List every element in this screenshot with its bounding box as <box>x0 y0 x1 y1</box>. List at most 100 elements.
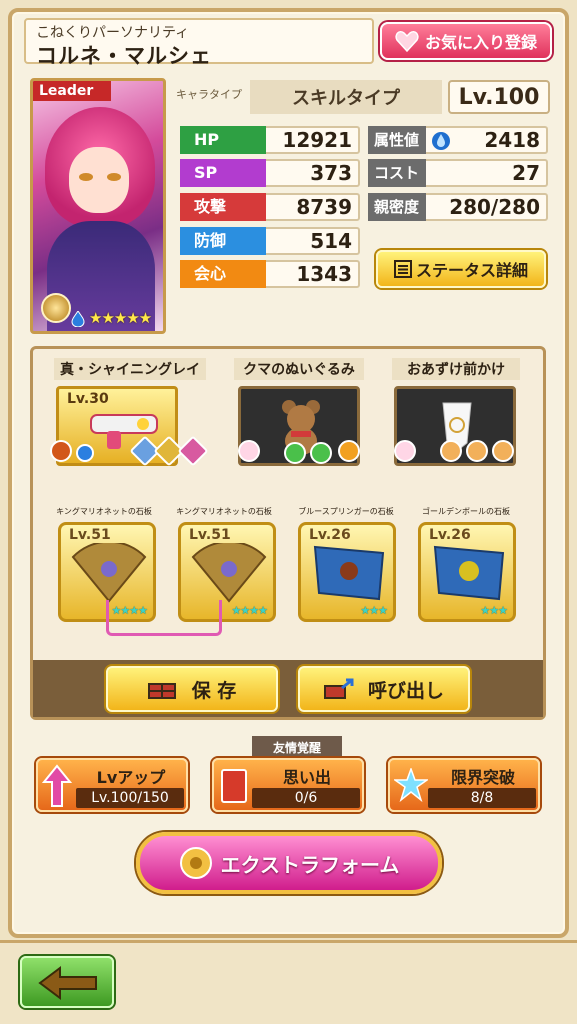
stone-slot-4[interactable]: Lv.26 ★★★ <box>418 522 516 622</box>
character-title: コルネ・マルシェ <box>36 44 212 68</box>
stone-name: ゴールデンボールの石板 <box>422 507 510 516</box>
stat-label: コスト <box>368 159 426 187</box>
leader-tag: Leader <box>33 81 111 101</box>
limit-break-value: 8/8 <box>428 788 536 808</box>
back-arrow-icon <box>38 966 97 1000</box>
stone-name: ブルースプリンガーの石板 <box>298 507 394 516</box>
status-detail-button[interactable]: ステータス詳細 <box>376 250 546 288</box>
armor-slot-title: おあずけ前かけ <box>392 358 520 380</box>
stat-attack: 攻撃 8739 <box>180 193 360 221</box>
gear-emblem-icon <box>41 293 71 323</box>
stat-label: 属性値 <box>368 126 426 154</box>
star-icon <box>394 768 428 802</box>
stat-value: 1343 <box>296 262 352 286</box>
stat-value: 280/280 <box>449 195 540 219</box>
stat-value: 12921 <box>282 128 352 152</box>
water-element-icon <box>432 132 450 150</box>
stone-name: キングマリオネットの石板 <box>56 507 152 516</box>
heart-icon <box>394 440 416 462</box>
load-icon <box>323 678 354 699</box>
character-subtitle: こねくりパーソナリティ <box>36 25 190 41</box>
chara-type-label: キャラタイプ <box>176 88 242 101</box>
stat-value: 2418 <box>484 128 540 152</box>
stat-hp: HP 12921 <box>180 126 360 154</box>
stat-value: 514 <box>310 229 352 253</box>
extra-form-label: エクストラフォーム <box>220 852 400 877</box>
stat-attribute: 属性値 2418 <box>368 126 548 154</box>
fan-tablet-icon <box>71 543 147 603</box>
stat-label: 攻撃 <box>180 193 266 221</box>
heal-icon <box>284 442 306 464</box>
stone-level: Lv.51 <box>69 527 111 543</box>
stone-stars: ★★★★ <box>231 604 268 617</box>
memory-label: 思い出 <box>282 768 331 787</box>
stat-cost: コスト 27 <box>368 159 548 187</box>
stat-label: 防御 <box>180 227 266 255</box>
character-name-panel: こねくりパーソナリティ コルネ・マルシェ <box>24 18 374 68</box>
water-element-icon <box>76 444 94 462</box>
selection-bracket <box>106 600 222 636</box>
list-icon <box>393 260 412 278</box>
stat-defense: 防御 514 <box>180 227 360 255</box>
fist-icon <box>440 440 462 462</box>
stat-label: 会心 <box>180 260 266 288</box>
status-detail-label: ステータス詳細 <box>415 261 528 280</box>
weapon-slot-title: 真・シャイニングレイ <box>54 358 206 380</box>
level-up-value: Lv.100/150 <box>76 788 184 808</box>
load-button[interactable]: 呼び出し <box>298 666 470 712</box>
stone-level: Lv.51 <box>189 527 231 543</box>
chara-type-value: スキルタイプ <box>250 80 442 114</box>
stat-value: 8739 <box>296 195 352 219</box>
character-portrait[interactable]: Leader ★★★★★ <box>30 78 166 334</box>
level-up-button[interactable]: Lvアップ Lv.100/150 <box>36 758 188 812</box>
stone-slot-3[interactable]: Lv.26 ★★★ <box>298 522 396 622</box>
portrait-eye-left <box>79 173 93 181</box>
blue-tablet-icon <box>313 545 385 601</box>
load-label: 呼び出し <box>367 679 444 702</box>
level-up-label: Lvアップ <box>96 768 166 787</box>
limit-break-button[interactable]: 限界突破 8/8 <box>388 758 540 812</box>
save-button[interactable]: 保 存 <box>106 666 278 712</box>
gear-emblem-icon <box>179 847 212 879</box>
extra-form-button[interactable]: エクストラフォーム <box>136 832 442 894</box>
save-icon <box>147 683 176 699</box>
fist-icon <box>466 440 488 462</box>
stat-label: 親密度 <box>368 193 426 221</box>
bow-icon <box>50 440 72 462</box>
heal-icon <box>310 442 332 464</box>
portrait-eye-right <box>107 173 121 181</box>
stone-name: キングマリオネットの石板 <box>176 507 272 516</box>
favorite-button[interactable]: お気に入り登録 <box>380 22 552 60</box>
stone-level: Lv.26 <box>309 527 351 543</box>
blue-tablet-icon <box>433 545 505 601</box>
fist-icon <box>492 440 514 462</box>
stat-value: 27 <box>512 161 540 185</box>
memory-card-icon <box>221 769 247 803</box>
heart-icon <box>238 440 260 462</box>
stat-value: 373 <box>310 161 352 185</box>
character-level: Lv.100 <box>448 80 550 114</box>
save-label: 保 存 <box>191 679 237 702</box>
memory-value: 0/6 <box>252 788 360 808</box>
portrait-face <box>69 147 129 213</box>
favorite-label: お気に入り登録 <box>424 33 537 52</box>
heart-icon <box>395 30 419 52</box>
friend-awakening-tag: 友情覚醒 <box>252 736 342 758</box>
water-element-icon <box>71 311 85 327</box>
stat-sp: SP 373 <box>180 159 360 187</box>
back-button[interactable] <box>20 956 114 1008</box>
limit-break-label: 限界突破 <box>450 768 515 787</box>
stat-critical: 会心 1343 <box>180 260 360 288</box>
stat-intimacy: 親密度 280/280 <box>368 193 548 221</box>
rarity-stars: ★★★★★ <box>89 309 152 327</box>
memory-button[interactable]: 思い出 0/6 <box>212 758 364 812</box>
accessory-slot-title: クマのぬいぐるみ <box>234 358 364 380</box>
up-arrow-icon <box>338 440 360 462</box>
fan-tablet-icon <box>191 543 267 603</box>
stat-label: SP <box>180 159 266 187</box>
stone-level: Lv.26 <box>429 527 471 543</box>
stat-label: HP <box>180 126 266 154</box>
stone-stars: ★★★ <box>480 604 508 617</box>
stone-stars: ★★★ <box>360 604 388 617</box>
up-arrow-icon <box>42 764 72 807</box>
